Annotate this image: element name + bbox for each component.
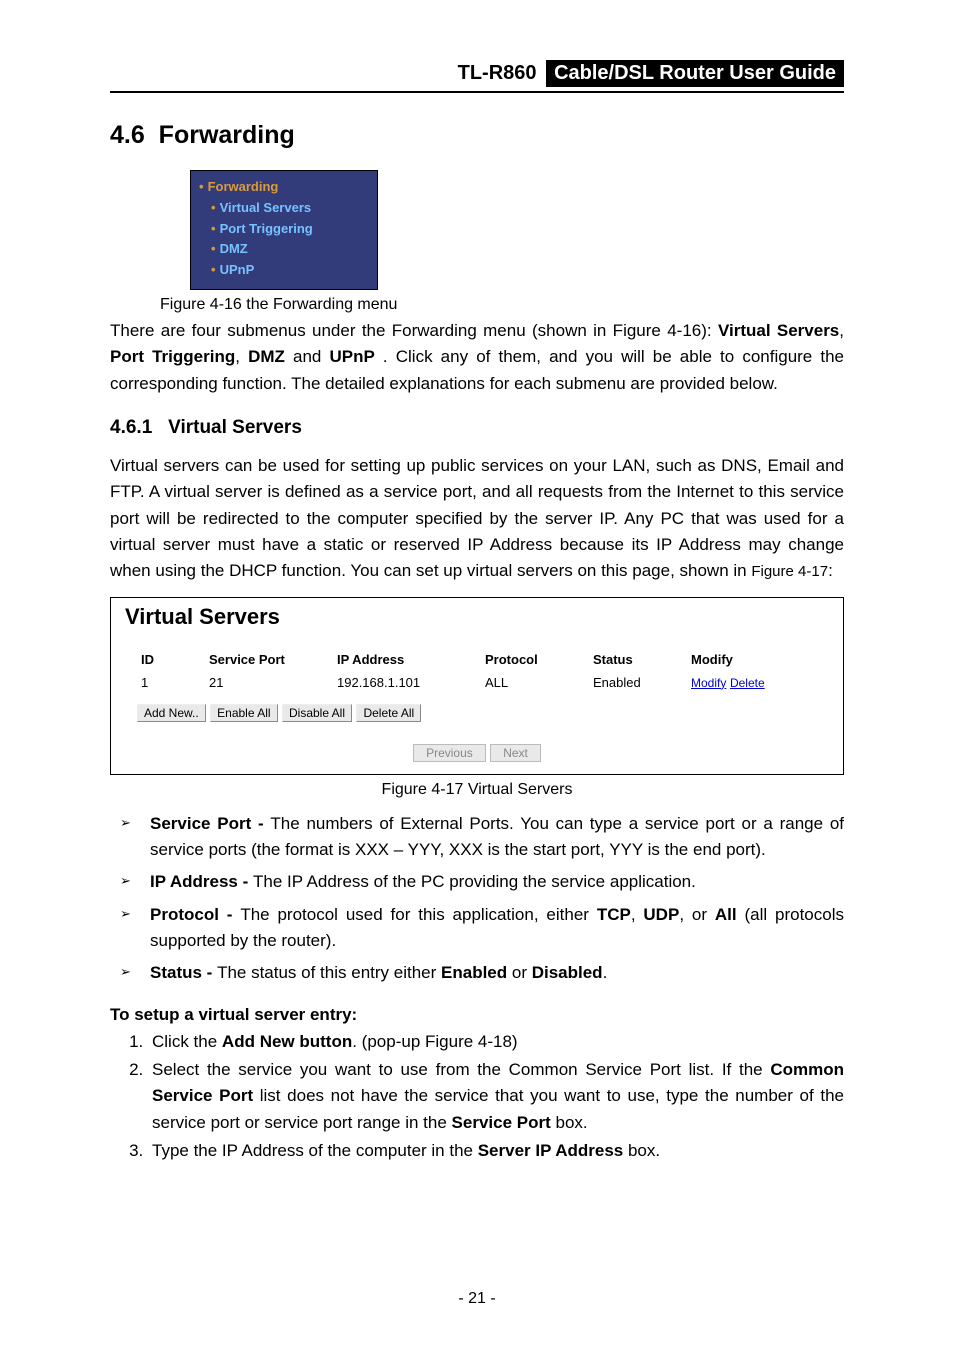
virtual-servers-title: Virtual Servers: [125, 604, 833, 630]
setup-steps: Click the Add New button. (pop-up Figure…: [110, 1029, 844, 1165]
forwarding-menu-figure: •Forwarding •Virtual Servers •Port Trigg…: [190, 170, 844, 290]
menu-item-port-triggering: Port Triggering: [220, 221, 313, 236]
virtual-servers-buttons: Add New.. Enable All Disable All Delete …: [137, 704, 833, 722]
figure-4-16-caption: Figure 4-16 the Forwarding menu: [160, 296, 844, 314]
next-button: Next: [490, 744, 541, 762]
list-item: IP Address - The IP Address of the PC pr…: [110, 869, 844, 895]
cell-ip-address: 192.168.1.101: [333, 671, 481, 694]
modify-link[interactable]: Modify: [691, 676, 726, 690]
th-service-port: Service Port: [205, 648, 333, 671]
virtual-servers-pager: Previous Next: [121, 744, 833, 762]
list-item: Status - The status of this entry either…: [110, 960, 844, 986]
previous-button: Previous: [413, 744, 486, 762]
menu-item-dmz: DMZ: [220, 241, 248, 256]
delete-link[interactable]: Delete: [730, 676, 765, 690]
delete-all-button[interactable]: Delete All: [356, 704, 421, 722]
th-status: Status: [589, 648, 687, 671]
definition-list: Service Port - The numbers of External P…: [110, 811, 844, 987]
virtual-servers-paragraph: Virtual servers can be used for setting …: [110, 453, 844, 585]
list-item: Type the IP Address of the computer in t…: [148, 1138, 844, 1164]
th-ip-address: IP Address: [333, 648, 481, 671]
list-item: Click the Add New button. (pop-up Figure…: [148, 1029, 844, 1055]
section-title: 4.6 Forwarding: [110, 121, 844, 150]
setup-heading: To setup a virtual server entry:: [110, 1005, 844, 1025]
virtual-servers-table: ID Service Port IP Address Protocol Stat…: [121, 648, 833, 694]
cell-service-port: 21: [205, 671, 333, 694]
intro-paragraph: There are four submenus under the Forwar…: [110, 318, 844, 397]
menu-item-upnp: UPnP: [220, 262, 255, 277]
figure-4-17-caption: Figure 4-17 Virtual Servers: [110, 781, 844, 799]
th-modify: Modify: [687, 648, 833, 671]
forwarding-menu-box: •Forwarding •Virtual Servers •Port Trigg…: [190, 170, 378, 290]
virtual-servers-figure: Virtual Servers ID Service Port IP Addre…: [110, 597, 844, 775]
page-number: - 21 -: [0, 1290, 954, 1308]
menu-item-virtual-servers: Virtual Servers: [220, 200, 312, 215]
enable-all-button[interactable]: Enable All: [210, 704, 277, 722]
disable-all-button[interactable]: Disable All: [282, 704, 352, 722]
list-item: Select the service you want to use from …: [148, 1057, 844, 1136]
header-title: Cable/DSL Router User Guide: [546, 60, 844, 87]
cell-protocol: ALL: [481, 671, 589, 694]
header-model: TL-R860: [458, 62, 537, 84]
menu-top-label: Forwarding: [208, 179, 279, 194]
th-id: ID: [121, 648, 205, 671]
list-item: Service Port - The numbers of External P…: [110, 811, 844, 864]
subsection-title: 4.6.1 Virtual Servers: [110, 417, 844, 439]
cell-id: 1: [121, 671, 205, 694]
table-row: 1 21 192.168.1.101 ALL Enabled Modify De…: [121, 671, 833, 694]
list-item: Protocol - The protocol used for this ap…: [110, 902, 844, 955]
th-protocol: Protocol: [481, 648, 589, 671]
page-header: TL-R860 Cable/DSL Router User Guide: [110, 60, 844, 93]
cell-status: Enabled: [589, 671, 687, 694]
add-new-button[interactable]: Add New..: [137, 704, 206, 722]
